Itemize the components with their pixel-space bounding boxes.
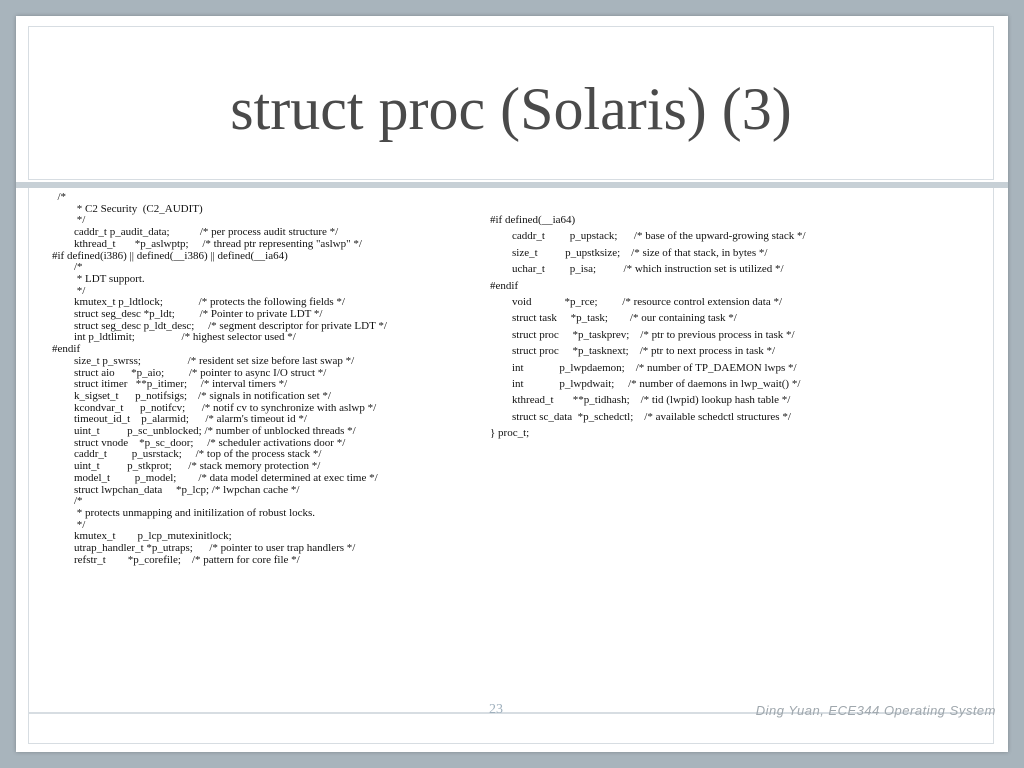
slide-title: struct proc (Solaris) (3)	[230, 76, 792, 142]
code-block-left: /* * C2 Security (C2_AUDIT) */ caddr_t p…	[52, 191, 387, 566]
code-block-right: #if defined(__ia64) caddr_t p_upstack; /…	[490, 214, 806, 440]
page-number: 23	[489, 702, 503, 717]
footer-credit: Ding Yuan, ECE344 Operating System	[755, 703, 996, 718]
footer-area	[28, 714, 994, 744]
title-area: struct proc (Solaris) (3)	[28, 26, 994, 180]
